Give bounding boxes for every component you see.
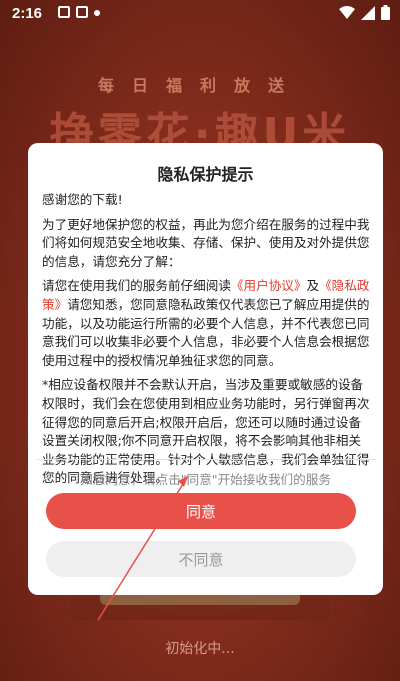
greeting-text: 感谢您的下载! (42, 192, 123, 207)
wifi-icon (339, 5, 355, 19)
user-agreement-link[interactable]: 《用户协议》 (231, 278, 307, 293)
system-icons (339, 5, 390, 20)
signal-icon (361, 5, 375, 20)
loading-text: 初始化中... (165, 641, 235, 657)
intro-paragraph: 为了更好地保护您的权益，再此为您介绍在服务的过程中我们将如何规范安全地收集、存储… (42, 216, 370, 269)
status-time: 2:16 (12, 5, 43, 22)
dot-icon (94, 10, 100, 16)
agreement-prefix: 请您在使用我们的服务前仔细阅读 (42, 278, 231, 294)
dialog-title: 隐私保护提示 (157, 165, 254, 184)
dialog-body: 感谢您的下载! 为了更好地保护您的权益，再此为您介绍在服务的过程中我们将如何规范… (42, 191, 372, 485)
promo-subtitle: 每日福利放送 (97, 76, 302, 95)
notification-icon (58, 6, 70, 18)
battery-icon (381, 5, 390, 20)
and-text: 及 (306, 278, 320, 294)
status-bar: 2:16 (0, 0, 400, 28)
agree-button[interactable]: 同意 (46, 493, 356, 529)
notification-icons (58, 6, 100, 18)
privacy-dialog: 隐私保护提示 感谢您的下载! 为了更好地保护您的权益，再此为您介绍在服务的过程中… (28, 143, 383, 595)
image-notification-icon (76, 6, 88, 18)
agreement-suffix: 请您知悉，您同意隐私政策仅代表您已了解应用提供的功能，以及功能运行所需的必要个人… (42, 296, 370, 368)
divider (36, 459, 376, 460)
decline-button[interactable]: 不同意 (46, 541, 356, 577)
agreement-paragraph: 请您在使用我们的服务前仔细阅读《用户协议》及《隐私政策》请您知悉，您同意隐私政策… (42, 277, 372, 370)
consent-hint: 如您同意，请点击"同意"开始接收我们的服务 (80, 472, 331, 487)
